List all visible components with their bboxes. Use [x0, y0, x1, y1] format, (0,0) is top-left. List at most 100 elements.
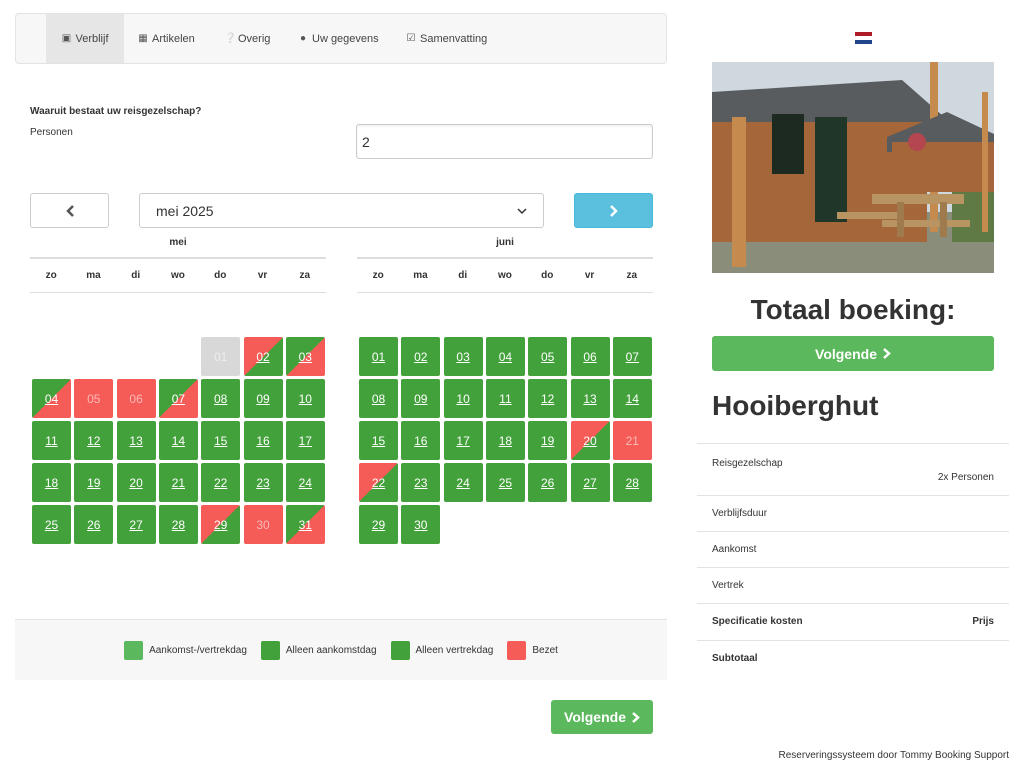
calendar-day[interactable]: 04: [485, 337, 525, 376]
calendar-day[interactable]: 30: [401, 505, 441, 544]
calendar-day[interactable]: 16: [243, 421, 283, 460]
calendar-day[interactable]: 23: [243, 463, 283, 502]
calendar-day[interactable]: 09: [243, 379, 283, 418]
calendar-day[interactable]: 09: [401, 379, 441, 418]
calendar-day[interactable]: 18: [32, 463, 71, 502]
calendar-day[interactable]: 26: [528, 463, 568, 502]
question-circle-icon: ❔: [224, 32, 237, 44]
calendar-day[interactable]: 07: [612, 337, 652, 376]
calendar-day[interactable]: 06: [570, 337, 610, 376]
calendar-day[interactable]: 17: [443, 421, 483, 460]
calendar-day[interactable]: 01: [359, 337, 398, 376]
next-button[interactable]: Volgende: [551, 700, 653, 734]
calendar-day[interactable]: 19: [74, 463, 114, 502]
calendar-day[interactable]: 20: [116, 463, 156, 502]
legend-booked: Bezet: [507, 640, 558, 660]
grid-icon: ▦: [138, 32, 148, 44]
calendar-day[interactable]: 16: [401, 421, 441, 460]
accommodation-name: Hooiberghut: [712, 390, 879, 421]
party-row-label: Reisgezelschap: [712, 458, 783, 469]
calendar-day[interactable]: 11: [485, 379, 525, 418]
chevron-down-icon: [517, 207, 527, 214]
month-select[interactable]: mei 2025: [139, 193, 544, 228]
previous-month-button[interactable]: [30, 193, 109, 228]
calendar-day[interactable]: 28: [158, 505, 198, 544]
calendar-day[interactable]: 08: [201, 379, 241, 418]
duration-row: Verblijfsduur: [697, 495, 1009, 531]
calendar-day[interactable]: 10: [443, 379, 483, 418]
calendar-day[interactable]: 03: [285, 337, 325, 376]
tab-overig[interactable]: ❔ Overig: [224, 14, 284, 63]
calendar-day[interactable]: 13: [570, 379, 610, 418]
calendar-may: mei zo ma di wo do vr za 01 02 03 04 05 06 07 08 09 10 1…: [30, 235, 326, 547]
chevron-right-icon: [632, 711, 640, 723]
price-label: Prijs: [972, 616, 994, 627]
calendar-day[interactable]: 26: [74, 505, 114, 544]
persons-label: Personen: [30, 127, 73, 138]
calendar-day[interactable]: 05: [528, 337, 568, 376]
party-question: Waaruit bestaat uw reisgezelschap?: [30, 106, 202, 117]
tab-uw-gegevens[interactable]: ● Uw gegevens: [298, 14, 394, 63]
calendar-day[interactable]: 08: [359, 379, 398, 418]
dutch-flag-icon[interactable]: [855, 32, 872, 44]
calendar-day: 21: [612, 421, 652, 460]
calendar-day[interactable]: 23: [401, 463, 441, 502]
calendar-day[interactable]: 31: [285, 505, 325, 544]
calendar-day[interactable]: 10: [285, 379, 325, 418]
calendar-day[interactable]: 17: [285, 421, 325, 460]
sidebar-next-button[interactable]: Volgende: [712, 336, 994, 371]
calendar-day[interactable]: 18: [485, 421, 525, 460]
calendar-day: 01: [201, 337, 241, 376]
calendar-day[interactable]: 02: [243, 337, 283, 376]
calendar-day[interactable]: 15: [201, 421, 241, 460]
calendar-day[interactable]: 04: [32, 379, 71, 418]
persons-input[interactable]: 2: [356, 124, 653, 159]
calendar-day: 06: [116, 379, 156, 418]
tab-artikelen[interactable]: ▦ Artikelen: [138, 14, 210, 63]
legend-swatch: [507, 640, 527, 660]
tab-verblijf[interactable]: ▣ Verblijf: [46, 14, 124, 63]
party-row-value: 2x Personen: [937, 472, 994, 483]
check-square-icon: ☑: [406, 32, 416, 44]
booking-steps: ▣ Verblijf ▦ Artikelen ❔ Overig ● Uw geg…: [15, 13, 667, 64]
calendar-day[interactable]: 24: [285, 463, 325, 502]
calendar-day[interactable]: 24: [443, 463, 483, 502]
tab-samenvatting[interactable]: ☑ Samenvatting: [406, 14, 506, 63]
departure-row: Vertrek: [697, 567, 1009, 603]
next-month-button[interactable]: [574, 193, 653, 228]
calendar-day[interactable]: 29: [201, 505, 241, 544]
calendar-day[interactable]: 20: [570, 421, 610, 460]
calendar-day[interactable]: 27: [116, 505, 156, 544]
legend-arrival-departure: Aankomst-/vertrekdag: [124, 640, 247, 660]
calendar-day[interactable]: 25: [32, 505, 71, 544]
user-icon: ●: [299, 32, 307, 44]
chevron-right-icon: [883, 348, 891, 359]
calendar-day[interactable]: 22: [359, 463, 398, 502]
calendar-day[interactable]: 11: [32, 421, 71, 460]
subtotal-label: Subtotaal: [712, 653, 758, 664]
legend-swatch: [124, 640, 144, 660]
calendar-day[interactable]: 19: [528, 421, 568, 460]
calendar-day[interactable]: 25: [485, 463, 525, 502]
departure-row-label: Vertrek: [712, 580, 744, 591]
calendar-day[interactable]: 22: [201, 463, 241, 502]
calendar-day[interactable]: 13: [116, 421, 156, 460]
total-booking-title: Totaal boeking:: [750, 294, 956, 325]
calendar-day[interactable]: 21: [158, 463, 198, 502]
calendar-day[interactable]: 07: [158, 379, 198, 418]
calendar-day[interactable]: 12: [528, 379, 568, 418]
duration-row-label: Verblijfsduur: [712, 508, 768, 519]
calendar-day[interactable]: 12: [74, 421, 114, 460]
calendar-day[interactable]: 03: [443, 337, 483, 376]
legend-swatch: [390, 640, 410, 660]
days-grid: 01 02 03 04 05 06 07 08 09 10 11 12 13 14 15 16 17 18 19 20…: [30, 337, 326, 547]
calendar-day[interactable]: 28: [612, 463, 652, 502]
calendar-day[interactable]: 02: [401, 337, 441, 376]
legend-swatch: [260, 640, 280, 660]
calendar-day[interactable]: 15: [359, 421, 398, 460]
party-row: Reisgezelschap 2x Personen: [697, 443, 1009, 495]
calendar-day[interactable]: 14: [612, 379, 652, 418]
calendar-day[interactable]: 14: [158, 421, 198, 460]
calendar-day[interactable]: 29: [359, 505, 398, 544]
calendar-day[interactable]: 27: [570, 463, 610, 502]
